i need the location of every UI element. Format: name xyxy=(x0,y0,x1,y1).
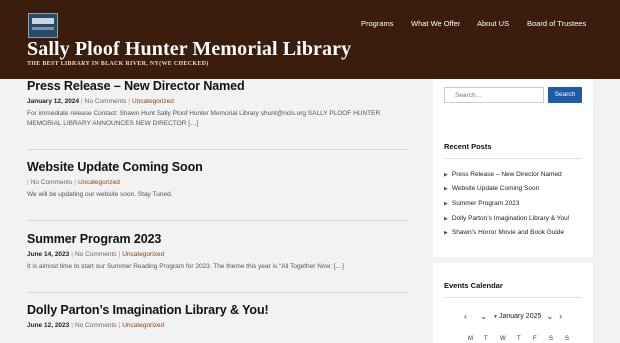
nav-programs[interactable]: Programs xyxy=(361,19,394,28)
triangle-right-icon: ▶ xyxy=(444,216,448,222)
triangle-right-icon: ▶ xyxy=(444,172,448,178)
weekday-label: S xyxy=(565,336,570,342)
post-category-link[interactable]: Uncategorized xyxy=(132,98,174,105)
post-excerpt: For immediate release Contact: Shawn Hun… xyxy=(27,110,381,127)
recent-post-link[interactable]: Summer Program 2023 xyxy=(452,200,520,207)
site-title[interactable]: Sally Ploof Hunter Memorial Library xyxy=(27,38,351,61)
post-date[interactable]: January 12, 2024 xyxy=(27,98,79,105)
triangle-right-icon: ▶ xyxy=(444,186,448,192)
recent-post-item[interactable]: ▶ Shawn’s Horror Movie and Book Guide xyxy=(444,229,564,236)
post-comments-link[interactable]: No Comments xyxy=(75,251,117,258)
post-title[interactable]: Press Release – New Director Named xyxy=(27,79,409,93)
recent-post-link[interactable]: Website Update Coming Soon xyxy=(452,185,539,192)
recent-post-link[interactable]: Press Release – New Director Named xyxy=(452,171,562,178)
recent-post-link[interactable]: Shawn’s Horror Movie and Book Guide xyxy=(452,229,564,236)
chevron-left-icon[interactable]: ‹ xyxy=(464,311,467,321)
post-category-link[interactable]: Uncategorized xyxy=(122,322,164,329)
weekday-label: T xyxy=(484,336,488,342)
month-select[interactable]: ▼January 2025 xyxy=(493,313,541,320)
site-header: Sally Ploof Hunter Memorial Library THE … xyxy=(0,0,620,79)
post-excerpt: We will be updating our website soon. St… xyxy=(27,191,173,198)
post-meta: June 14, 2023 | No Comments | Uncategorized xyxy=(27,251,409,258)
post-meta: June 12, 2023 | No Comments | Uncategorized xyxy=(27,322,409,329)
search-button[interactable]: Search xyxy=(548,87,582,103)
weekday-label: F xyxy=(533,336,537,342)
weekday-label: W xyxy=(500,336,506,342)
post-comments-link[interactable]: No Comments xyxy=(85,98,127,105)
search-input[interactable]: Search... xyxy=(444,87,544,103)
site-tagline: THE BEST LIBRARY IN BLACK RIVER, NY(WE C… xyxy=(27,61,209,67)
chevron-right-icon[interactable]: › xyxy=(559,311,562,321)
weekday-label: M xyxy=(468,336,473,342)
nav-about-us[interactable]: About US xyxy=(477,19,509,28)
post-category-link[interactable]: Uncategorized xyxy=(78,179,120,186)
logo-mark xyxy=(32,18,54,24)
chevron-down-icon[interactable]: ⌄ xyxy=(480,311,488,322)
calendar-month-label: January 2025 xyxy=(498,313,542,320)
post-card: Press Release – New Director Named Janua… xyxy=(27,79,409,129)
post-date[interactable]: June 12, 2023 xyxy=(27,322,69,329)
recent-post-item[interactable]: ▶ Summer Program 2023 xyxy=(444,200,519,207)
events-calendar-widget: Events Calendar ‹ ⌄ ▼January 2025 ⌄ › M … xyxy=(433,263,593,343)
nav-board-of-trustees[interactable]: Board of Trustees xyxy=(527,19,586,28)
caret-down-icon: ▼ xyxy=(493,314,498,320)
nav-what-we-offer[interactable]: What We Offer xyxy=(411,19,460,28)
recent-post-item[interactable]: ▶ Dolly Parton’s Imagination Library & Yo… xyxy=(444,215,570,222)
recent-posts-title: Recent Posts xyxy=(444,142,492,151)
events-calendar-title: Events Calendar xyxy=(444,281,503,290)
post-card: Website Update Coming Soon | No Comments |… xyxy=(27,160,409,200)
post-excerpt: It is almost time to start our Summer Re… xyxy=(27,263,344,270)
post-title[interactable]: Summer Program 2023 xyxy=(27,232,409,246)
post-divider xyxy=(27,220,409,221)
weekday-label: T xyxy=(517,336,521,342)
weekday-label: S xyxy=(549,336,554,342)
post-category-link[interactable]: Uncategorized xyxy=(122,251,164,258)
recent-post-link[interactable]: Dolly Parton’s Imagination Library & You… xyxy=(452,215,570,222)
post-comments-link[interactable]: No Comments xyxy=(75,322,117,329)
chevron-down-icon[interactable]: ⌄ xyxy=(546,311,554,322)
triangle-right-icon: ▶ xyxy=(444,201,448,207)
logo-mark-lower xyxy=(32,27,54,30)
recent-post-item[interactable]: ▶ Press Release – New Director Named xyxy=(444,171,562,178)
library-logo[interactable] xyxy=(28,13,58,38)
post-card: Summer Program 2023 June 14, 2023 | No Com… xyxy=(27,232,409,272)
post-title[interactable]: Website Update Coming Soon xyxy=(27,160,409,174)
post-meta: | No Comments | Uncategorized xyxy=(27,179,409,186)
post-title[interactable]: Dolly Parton’s Imagination Library & You… xyxy=(27,303,409,317)
post-divider xyxy=(27,292,409,293)
sidebar-widget: Search... Search Recent Posts ▶ Press Rel… xyxy=(433,79,593,257)
recent-post-item[interactable]: ▶ Website Update Coming Soon xyxy=(444,185,539,192)
triangle-right-icon: ▶ xyxy=(444,230,448,236)
widget-divider xyxy=(444,297,582,298)
widget-divider xyxy=(444,158,582,159)
post-meta: January 12, 2024 | No Comments | Uncategoriz… xyxy=(27,98,409,105)
post-divider xyxy=(27,149,409,150)
post-date[interactable]: June 14, 2023 xyxy=(27,251,69,258)
post-card: Dolly Parton’s Imagination Library & You… xyxy=(27,303,409,329)
post-comments-link[interactable]: No Comments xyxy=(31,179,73,186)
